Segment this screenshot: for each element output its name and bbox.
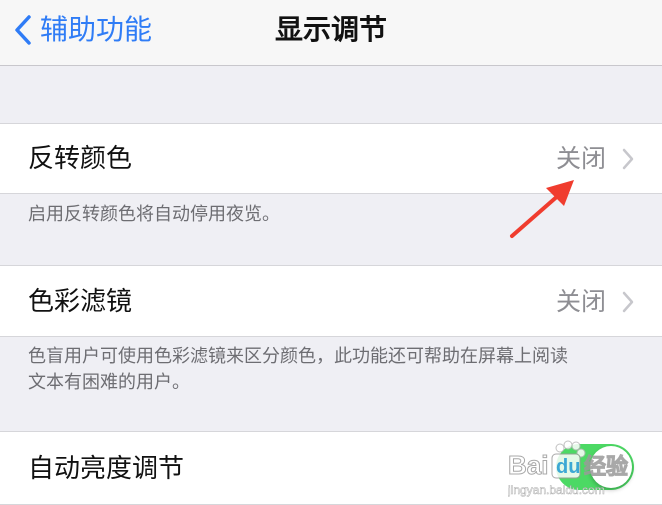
page-title: 显示调节 bbox=[274, 13, 387, 46]
auto-brightness-toggle[interactable] bbox=[556, 444, 634, 490]
color-filters-footer-line-2: 文本有困难的用户。 bbox=[28, 372, 190, 393]
color-filters-label: 色彩滤镜 bbox=[28, 287, 133, 317]
auto-brightness-label: 自动亮度调节 bbox=[28, 454, 185, 484]
color-filters-value: 关闭 bbox=[555, 287, 606, 316]
color-filters-row[interactable]: 色彩滤镜 关闭 bbox=[0, 265, 662, 337]
chevron-right-icon bbox=[622, 291, 634, 313]
navigation-bar: 辅助功能 显示调节 bbox=[0, 0, 662, 66]
auto-brightness-row: 自动亮度调节 bbox=[0, 431, 662, 505]
invert-colors-row[interactable]: 反转颜色 关闭 bbox=[0, 123, 662, 194]
invert-colors-value: 关闭 bbox=[555, 144, 606, 173]
chevron-right-icon bbox=[622, 148, 634, 170]
color-filters-footer-line-1: 色盲用户可使用色彩滤镜来区分颜色，此功能还可帮助在屏幕上阅读 bbox=[28, 346, 568, 367]
toggle-knob bbox=[590, 446, 632, 488]
invert-colors-footer: 启用反转颜色将自动停用夜览。 bbox=[28, 204, 280, 225]
invert-colors-label: 反转颜色 bbox=[28, 144, 133, 174]
